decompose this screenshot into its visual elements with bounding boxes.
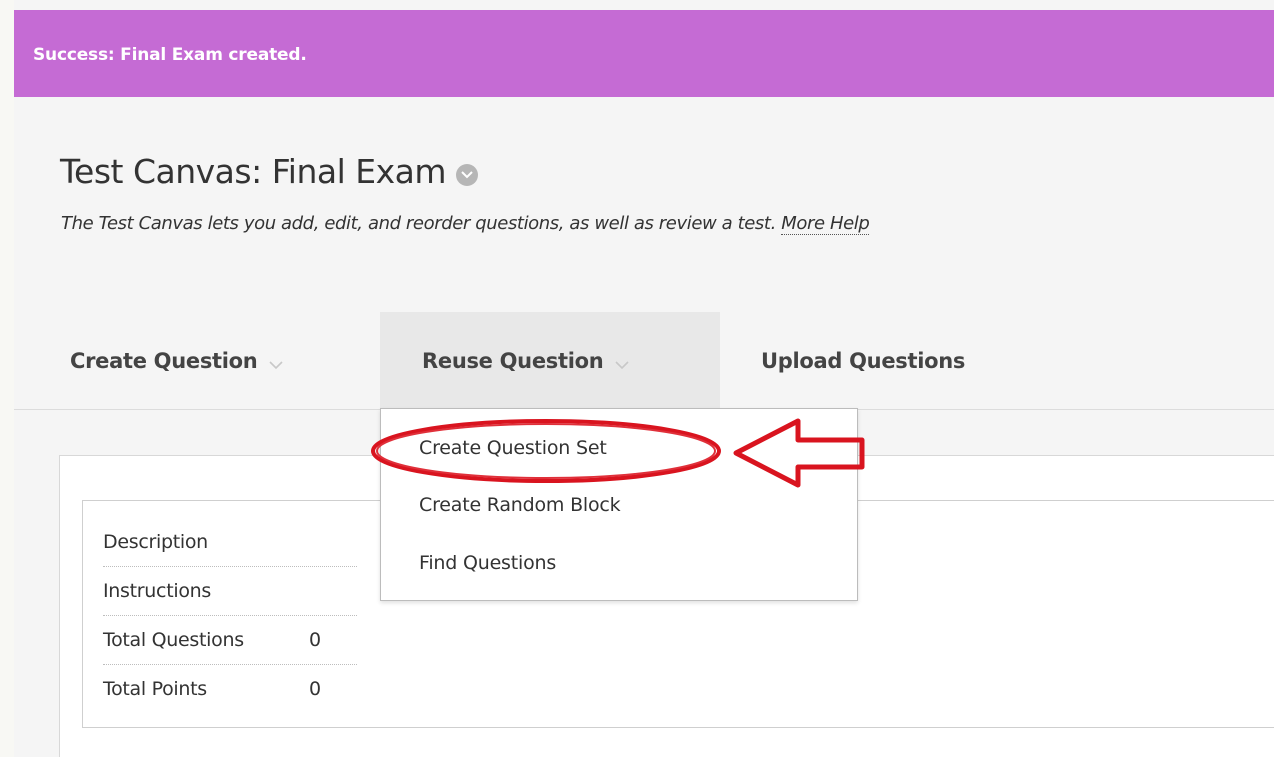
chevron-down-icon (615, 351, 629, 375)
info-row-instructions: Instructions (103, 567, 357, 616)
success-message: Success: Final Exam created. (33, 45, 307, 65)
description-text: The Test Canvas lets you add, edit, and … (61, 213, 776, 234)
upload-questions-button[interactable]: Upload Questions (761, 312, 965, 409)
upload-questions-label: Upload Questions (761, 348, 966, 373)
page-title-row: Test Canvas: Final Exam (60, 152, 478, 191)
page-frame: Success: Final Exam created. Test Canvas… (14, 0, 1274, 757)
reuse-question-label: Reuse Question (422, 348, 604, 373)
info-label: Total Questions (103, 629, 244, 651)
create-question-button[interactable]: Create Question (70, 312, 284, 409)
info-row-total-points: Total Points 0 (103, 665, 357, 713)
reuse-question-button[interactable]: Reuse Question (380, 312, 720, 409)
info-value: 0 (309, 629, 321, 651)
chevron-down-icon (269, 351, 284, 375)
more-help-link[interactable]: More Help (781, 213, 870, 235)
info-label: Description (103, 531, 208, 553)
menu-item-find-questions[interactable]: Find Questions (419, 552, 556, 574)
page-title: Test Canvas: Final Exam (60, 152, 447, 191)
info-label: Total Points (103, 678, 207, 700)
menu-item-create-question-set[interactable]: Create Question Set (419, 437, 607, 459)
info-row-total-questions: Total Questions 0 (103, 616, 357, 665)
page-description: The Test Canvas lets you add, edit, and … (61, 213, 870, 235)
menu-item-create-random-block[interactable]: Create Random Block (419, 494, 621, 516)
chevron-down-circle-icon[interactable] (456, 163, 478, 186)
reuse-question-menu: Create Question Set Create Random Block … (380, 408, 858, 601)
success-banner: Success: Final Exam created. (14, 10, 1274, 97)
action-bar: Create Question Reuse Question Upload Qu… (14, 312, 1274, 410)
info-row-description: Description (103, 518, 357, 567)
create-question-label: Create Question (70, 348, 258, 373)
info-value: 0 (309, 678, 321, 700)
info-label: Instructions (103, 580, 211, 602)
test-info-list: Description Instructions Total Questions… (103, 518, 357, 713)
